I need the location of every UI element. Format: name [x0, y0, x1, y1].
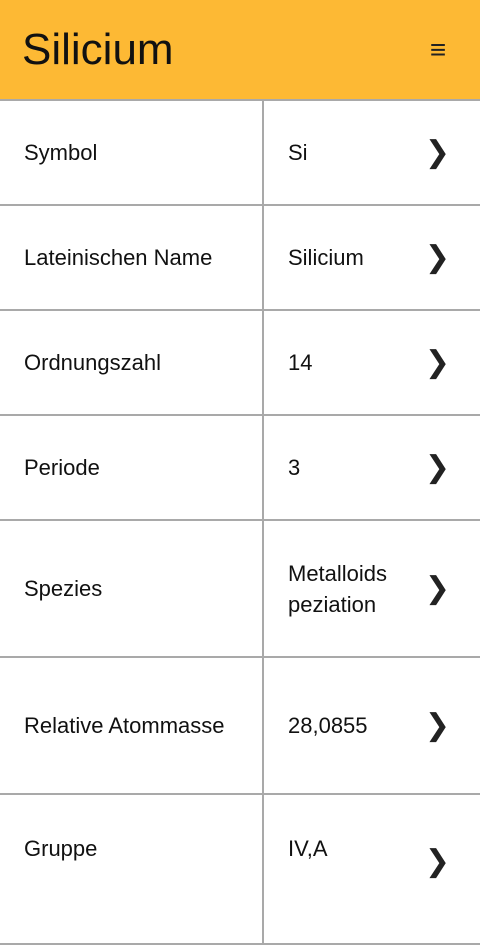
chevron-right-icon: ❯ — [424, 707, 450, 743]
chevron-right-icon: ❯ — [424, 239, 450, 275]
chevron-right-icon: ❯ — [424, 449, 450, 485]
row-period[interactable]: Periode 3 ❯ — [0, 416, 480, 521]
row-label: Periode — [0, 416, 264, 519]
chevron-right-icon: ❯ — [424, 134, 450, 170]
row-atomic-number[interactable]: Ordnungszahl 14 ❯ — [0, 311, 480, 416]
chevron-right-icon: ❯ — [424, 570, 450, 606]
row-symbol[interactable]: Symbol Si ❯ — [0, 101, 480, 206]
row-label: Spezies — [0, 521, 264, 656]
row-species[interactable]: Spezies Metalloids peziation ❯ — [0, 521, 480, 658]
app-header: Silicium ≡ — [0, 0, 480, 101]
row-group[interactable]: Gruppe IV,A ❯ — [0, 795, 480, 945]
row-label: Relative Atommasse — [0, 658, 264, 793]
element-property-list: Symbol Si ❯ Lateinischen Name Silicium ❯… — [0, 101, 480, 945]
row-relative-atomic-mass[interactable]: Relative Atommasse 28,0855 ❯ — [0, 658, 480, 795]
chevron-right-icon: ❯ — [424, 344, 450, 380]
hamburger-menu-icon[interactable]: ≡ — [418, 30, 458, 70]
row-label: Gruppe — [0, 795, 264, 943]
chevron-right-icon: ❯ — [424, 844, 450, 879]
row-latin-name[interactable]: Lateinischen Name Silicium ❯ — [0, 206, 480, 311]
row-label: Symbol — [0, 101, 264, 204]
row-label: Ordnungszahl — [0, 311, 264, 414]
row-label: Lateinischen Name — [0, 206, 264, 309]
page-title: Silicium — [22, 25, 174, 74]
